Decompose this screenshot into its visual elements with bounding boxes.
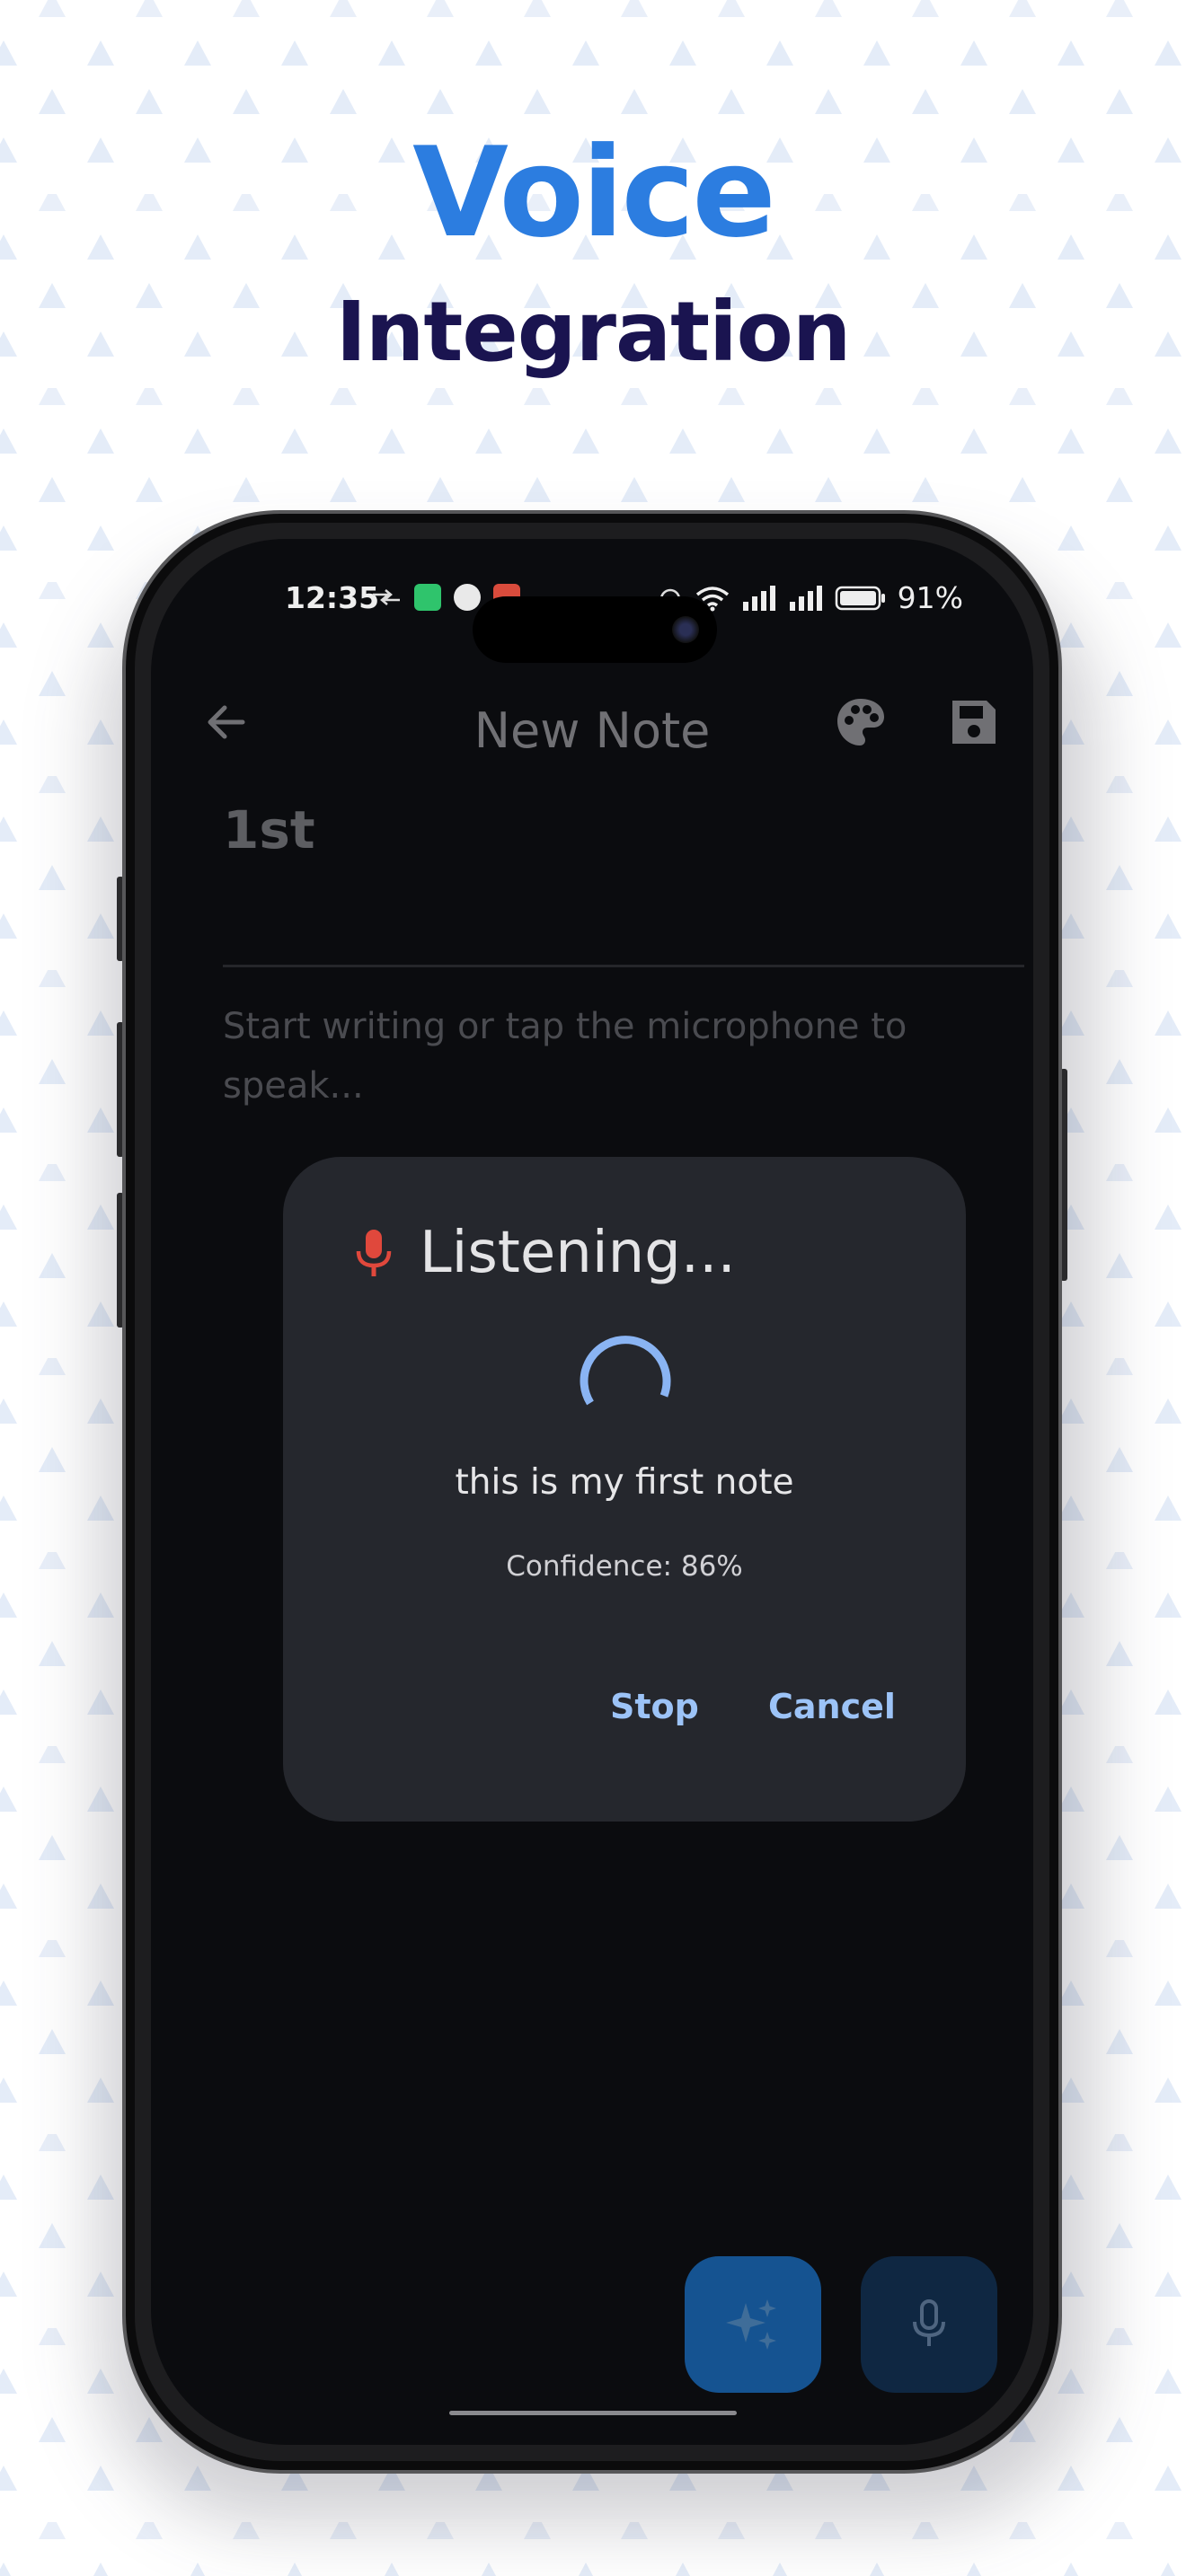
app-notification-icon — [454, 584, 481, 611]
loading-spinner — [580, 1336, 671, 1406]
note-body-field[interactable]: Start writing or tap the microphone to s… — [223, 997, 996, 1116]
headline-integration: Integration — [335, 284, 852, 380]
save-icon[interactable] — [945, 693, 1003, 751]
palette-icon[interactable] — [832, 693, 890, 751]
shortcut-arrows-icon — [373, 589, 400, 605]
app-title: New Note — [474, 702, 711, 759]
microphone-icon — [913, 2299, 945, 2346]
battery-icon — [835, 586, 885, 610]
confidence-text: Confidence: 86% — [506, 1550, 743, 1583]
voice-input-button[interactable] — [861, 2256, 997, 2393]
listening-dialog: Listening... this is my first note Confi… — [283, 1157, 966, 1822]
transcript-text: this is my first note — [455, 1462, 794, 1503]
app-bar: New Note — [151, 656, 1033, 781]
battery-saver-app-icon — [414, 584, 441, 611]
front-camera — [672, 616, 699, 643]
signal-strength-icon-2 — [789, 585, 822, 611]
status-time: 12:35 — [285, 580, 380, 615]
title-divider — [223, 965, 1024, 967]
home-indicator[interactable] — [449, 2411, 737, 2415]
dialog-header: Listening... — [353, 1220, 736, 1286]
signal-strength-icon — [742, 585, 775, 611]
headline-voice: Voice — [412, 120, 776, 265]
sparkle-icon — [726, 2299, 776, 2350]
battery-percentage: 91% — [897, 580, 963, 615]
ai-assist-button[interactable] — [685, 2256, 821, 2393]
dialog-title: Listening... — [420, 1220, 736, 1286]
dynamic-island — [473, 596, 717, 663]
phone-frame: 12:35 91% New Note 1st Start writing or … — [122, 510, 1062, 2474]
cancel-button[interactable]: Cancel — [768, 1687, 896, 1726]
stop-button[interactable]: Stop — [610, 1687, 699, 1726]
note-title-field[interactable]: 1st — [223, 799, 315, 860]
microphone-icon — [356, 1230, 392, 1276]
phone-screen: 12:35 91% New Note 1st Start writing or … — [151, 539, 1033, 2445]
